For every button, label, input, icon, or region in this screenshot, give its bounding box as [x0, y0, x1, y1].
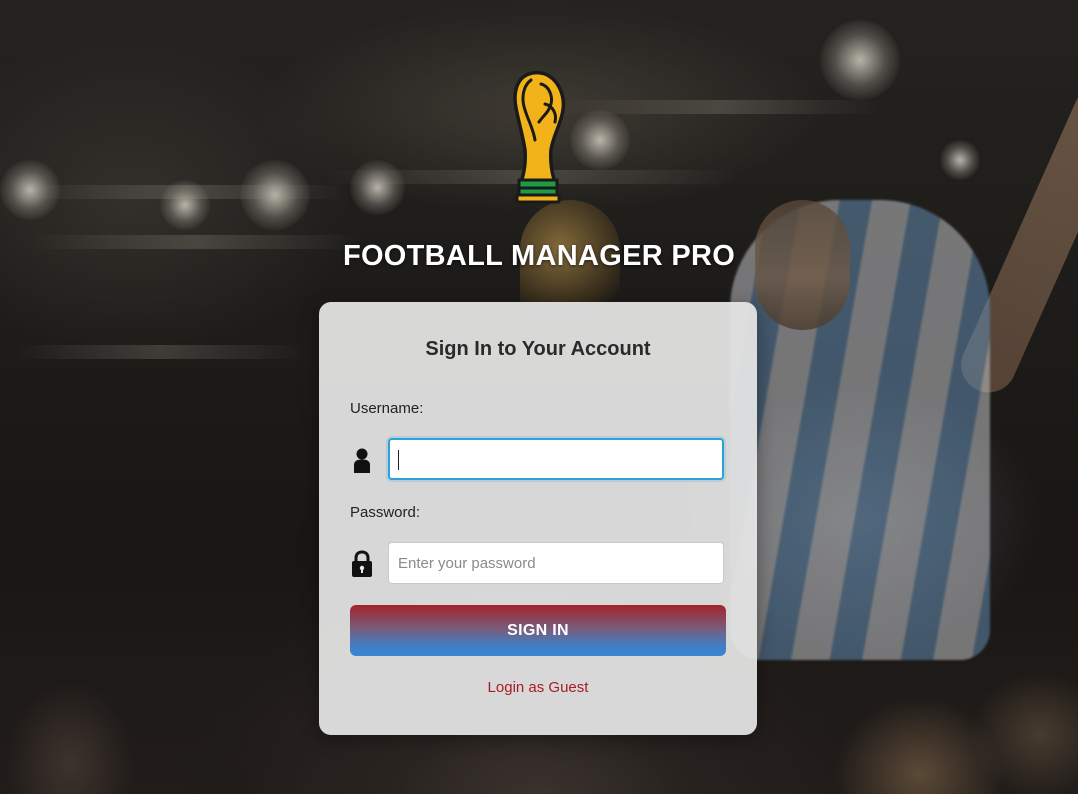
lock-icon	[352, 550, 372, 577]
password-input[interactable]	[388, 542, 724, 584]
login-as-guest-link[interactable]: Login as Guest	[319, 679, 757, 696]
sign-in-button[interactable]: SIGN IN	[350, 605, 726, 656]
world-cup-trophy-icon	[513, 70, 566, 204]
username-label: Username:	[350, 400, 424, 417]
username-input[interactable]	[388, 438, 724, 480]
login-heading: Sign In to Your Account	[425, 338, 651, 360]
password-label: Password:	[350, 504, 421, 521]
user-icon	[354, 448, 370, 473]
login-screen: FOOTBALL MANAGER PRO Sign In to Your Acc…	[0, 0, 1078, 794]
app-title: FOOTBALL MANAGER PRO	[342, 240, 736, 272]
login-card: Sign In to Your Account Username: Passwo…	[319, 302, 757, 735]
text-cursor	[398, 450, 399, 470]
